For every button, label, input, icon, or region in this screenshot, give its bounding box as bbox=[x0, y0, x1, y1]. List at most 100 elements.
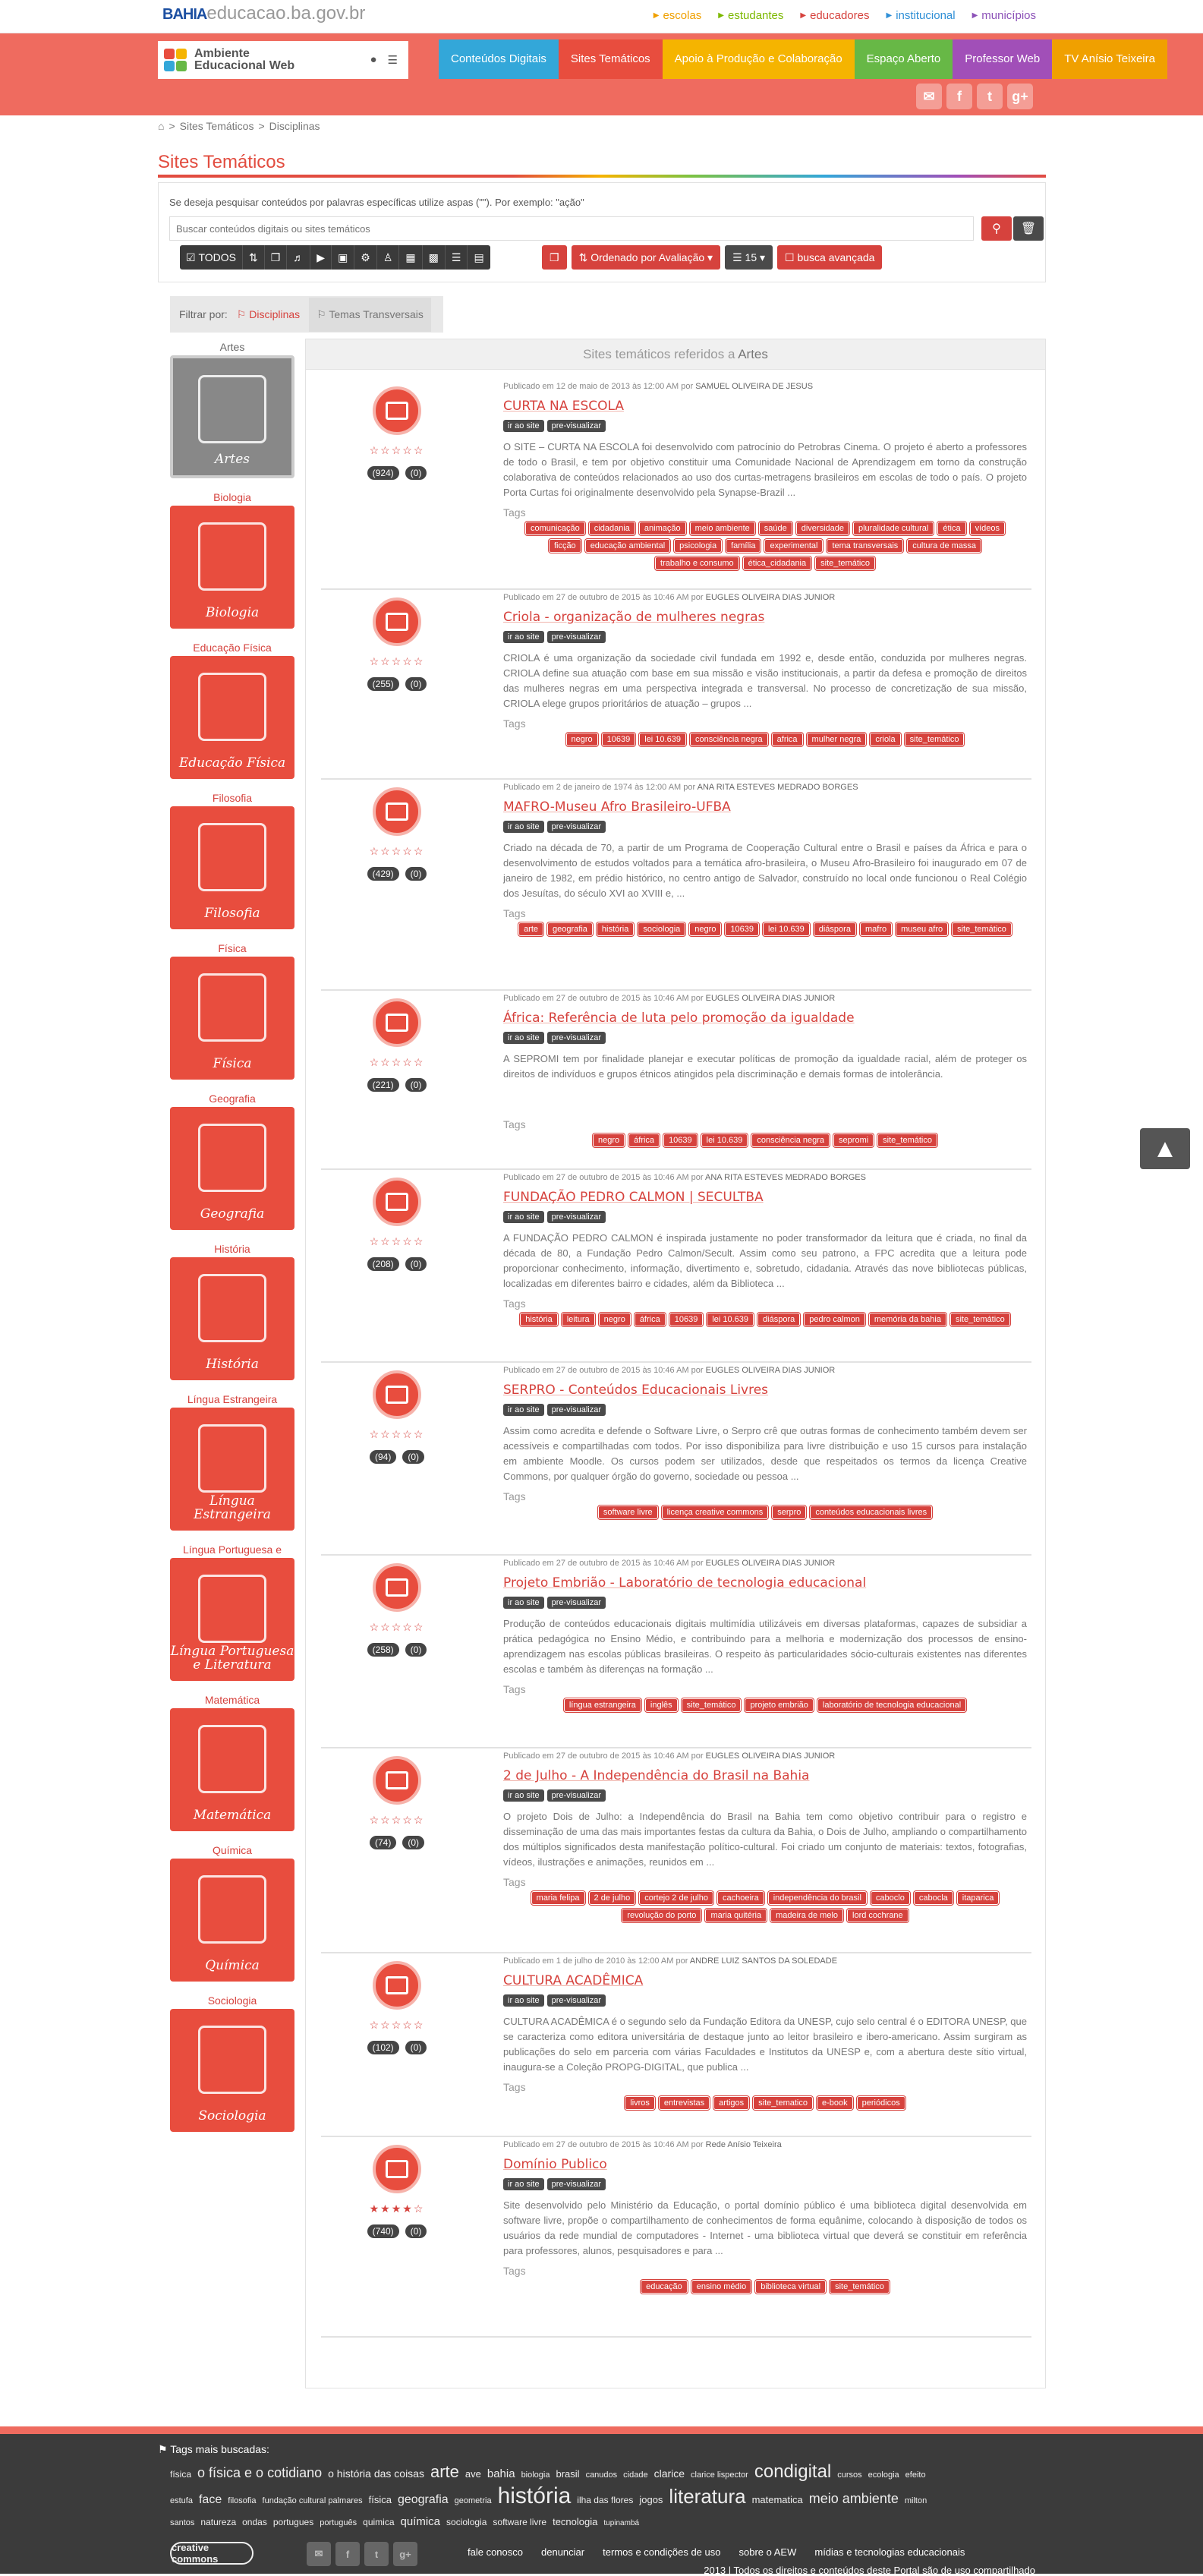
tag[interactable]: diáspora bbox=[813, 922, 856, 936]
tag[interactable]: negro bbox=[598, 1313, 631, 1326]
cloud-tag[interactable]: fundação cultural palmares bbox=[263, 2496, 363, 2505]
tag[interactable]: e-book bbox=[816, 2096, 853, 2110]
cloud-tag[interactable]: condigital bbox=[754, 2461, 831, 2482]
subject-card[interactable]: Geografia bbox=[170, 1107, 294, 1230]
cloud-tag[interactable]: cidade bbox=[623, 2470, 647, 2480]
result-title[interactable]: FUNDAÇÃO PEDRO CALMON | SECULTBA bbox=[503, 1190, 1027, 1205]
filter-disciplinas[interactable]: ⚐ Disciplinas bbox=[237, 308, 300, 321]
tag[interactable]: site_temático bbox=[952, 922, 1012, 936]
cloud-tag[interactable]: filosofia bbox=[228, 2496, 256, 2505]
visit-site-button[interactable]: ir ao site bbox=[503, 420, 544, 432]
tag[interactable]: maria quitéria bbox=[705, 1909, 767, 1922]
tag[interactable]: história bbox=[596, 922, 635, 936]
subject-card[interactable]: Língua Estrangeira bbox=[170, 1408, 294, 1531]
meta-author[interactable]: EUGLES OLIVEIRA DIAS JUNIOR bbox=[706, 1366, 836, 1375]
cloud-tag[interactable]: clarice bbox=[654, 2467, 685, 2480]
cloud-tag[interactable]: ecologia bbox=[868, 2470, 899, 2480]
footer-link[interactable]: mídias e tecnologias educacionais bbox=[814, 2546, 965, 2558]
tag[interactable]: museu afro bbox=[896, 922, 949, 936]
tag[interactable]: cidadania bbox=[588, 522, 635, 535]
comments-badge[interactable]: (0) bbox=[402, 1450, 424, 1464]
meta-author[interactable]: ANA RITA ESTEVES MEDRADO BORGES bbox=[698, 783, 858, 792]
tag[interactable]: sociologia bbox=[638, 922, 686, 936]
tag[interactable]: lei 10.639 bbox=[639, 733, 686, 746]
tag[interactable]: site_temático bbox=[815, 557, 875, 570]
tag[interactable]: periódicos bbox=[856, 2096, 905, 2110]
tag[interactable]: família bbox=[726, 539, 761, 553]
tag[interactable]: 10639 bbox=[725, 922, 760, 936]
menu-list-icon[interactable]: ☰ bbox=[388, 53, 398, 67]
twitter-icon[interactable]: t bbox=[977, 84, 1003, 109]
googleplus-icon[interactable]: g+ bbox=[1007, 84, 1033, 109]
comments-badge[interactable]: (0) bbox=[405, 1257, 427, 1271]
cloud-tag[interactable]: canudos bbox=[586, 2470, 618, 2480]
meta-author[interactable]: EUGLES OLIVEIRA DIAS JUNIOR bbox=[706, 593, 836, 602]
tag[interactable]: comunicação bbox=[524, 522, 585, 535]
type-monitor-icon[interactable]: ▩ bbox=[423, 245, 446, 270]
tag[interactable]: cabocla bbox=[913, 1891, 953, 1905]
tag[interactable]: consciência negra bbox=[751, 1134, 830, 1147]
top-link-3[interactable]: ▶ institucional bbox=[887, 9, 956, 22]
cloud-tag[interactable]: face bbox=[199, 2493, 222, 2506]
subject-card[interactable]: Sociologia bbox=[170, 2009, 294, 2132]
cloud-tag[interactable]: quimica bbox=[363, 2517, 394, 2527]
tag[interactable]: saúde bbox=[758, 522, 792, 535]
tag[interactable]: serpro bbox=[772, 1506, 807, 1519]
preview-button[interactable]: pre-visualizar bbox=[546, 631, 606, 643]
comments-badge[interactable]: (0) bbox=[405, 677, 427, 691]
preview-button[interactable]: pre-visualizar bbox=[546, 420, 606, 432]
tag[interactable]: história bbox=[520, 1313, 558, 1326]
email-icon[interactable]: ✉ bbox=[307, 2542, 331, 2566]
tag[interactable]: tema transversais bbox=[827, 539, 904, 553]
subject-card[interactable]: História bbox=[170, 1257, 294, 1380]
footer-link[interactable]: fale conosco bbox=[468, 2546, 523, 2558]
tag[interactable]: trabalho e consumo bbox=[655, 557, 739, 570]
comments-badge[interactable]: (0) bbox=[405, 2224, 427, 2238]
preview-button[interactable]: pre-visualizar bbox=[546, 1032, 606, 1044]
cloud-tag[interactable]: literatura bbox=[669, 2485, 745, 2508]
comments-badge[interactable]: (0) bbox=[402, 1836, 424, 1849]
cloud-tag[interactable]: cursos bbox=[837, 2470, 861, 2480]
facebook-icon[interactable]: f bbox=[335, 2542, 360, 2566]
tag[interactable]: 2 de julho bbox=[588, 1891, 636, 1905]
type-copy-icon[interactable]: ❐ bbox=[265, 245, 288, 270]
type-all-button[interactable]: ☑ TODOS bbox=[180, 245, 243, 270]
tag[interactable]: lei 10.639 bbox=[701, 1134, 748, 1147]
meta-author[interactable]: EUGLES OLIVEIRA DIAS JUNIOR bbox=[706, 1559, 836, 1568]
facebook-icon[interactable]: f bbox=[946, 84, 972, 109]
cloud-tag[interactable]: o física e o cotidiano bbox=[197, 2465, 322, 2480]
type-table-icon[interactable]: ▦ bbox=[399, 245, 423, 270]
tag[interactable]: projeto embrião bbox=[745, 1698, 814, 1712]
visit-site-button[interactable]: ir ao site bbox=[503, 1789, 544, 1802]
tag[interactable]: 10639 bbox=[663, 1134, 698, 1147]
tag[interactable]: revolução do porto bbox=[622, 1909, 702, 1922]
filter-temas[interactable]: ⚐ Temas Transversais bbox=[309, 297, 431, 332]
visit-site-button[interactable]: ir ao site bbox=[503, 821, 544, 833]
rating-stars[interactable]: ☆☆☆☆☆ bbox=[321, 2019, 473, 2032]
tag[interactable]: conteúdos educacionais livres bbox=[810, 1506, 933, 1519]
comments-badge[interactable]: (0) bbox=[405, 1643, 427, 1657]
clear-button[interactable]: 🗑 bbox=[1013, 216, 1044, 241]
tag[interactable]: diáspora bbox=[757, 1313, 801, 1326]
rating-stars[interactable]: ☆☆☆☆☆ bbox=[321, 655, 473, 668]
tag[interactable]: software livre bbox=[597, 1506, 658, 1519]
crumb-item[interactable]: Sites Temáticos bbox=[180, 120, 254, 132]
meta-author[interactable]: ANDRE LUIZ SANTOS DA SOLEDADE bbox=[690, 1956, 837, 1966]
tag[interactable]: mafro bbox=[859, 922, 893, 936]
top-link-2[interactable]: ▶ educadores bbox=[800, 9, 869, 22]
googleplus-icon[interactable]: g+ bbox=[393, 2542, 417, 2566]
email-icon[interactable]: ✉ bbox=[916, 84, 942, 109]
cloud-tag[interactable]: natureza bbox=[200, 2517, 236, 2527]
cloud-tag[interactable]: geografia bbox=[398, 2493, 449, 2506]
comments-badge[interactable]: (0) bbox=[405, 2041, 427, 2054]
rating-stars[interactable]: ☆☆☆☆☆ bbox=[321, 1056, 473, 1069]
cloud-tag[interactable]: matematica bbox=[752, 2494, 803, 2505]
comments-badge[interactable]: (0) bbox=[405, 867, 427, 881]
tag[interactable]: artigos bbox=[713, 2096, 750, 2110]
comments-badge[interactable]: (0) bbox=[405, 1078, 427, 1092]
meta-author[interactable]: SAMUEL OLIVEIRA DE JESUS bbox=[695, 382, 813, 391]
cloud-tag[interactable]: tupinambá bbox=[603, 2519, 639, 2527]
visit-site-button[interactable]: ir ao site bbox=[503, 1597, 544, 1609]
search-button[interactable]: ⚲ bbox=[981, 216, 1012, 241]
tag[interactable]: site_temático bbox=[877, 1134, 937, 1147]
